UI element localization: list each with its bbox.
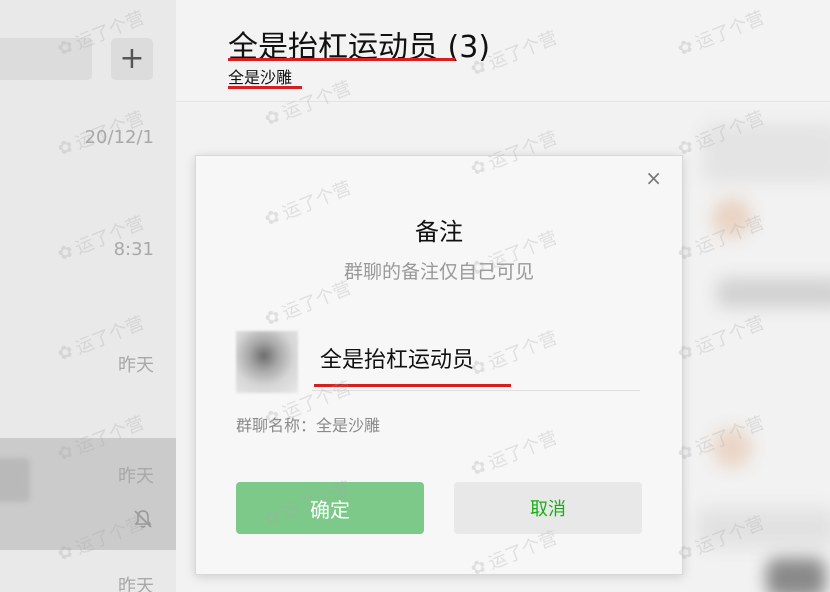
confirm-button[interactable]: 确定 [236,482,424,534]
chat-list-item[interactable]: 昨天 [0,550,176,592]
dialog-title: 备注 [415,218,463,246]
message-bubble [696,508,830,548]
message-bubble [716,278,830,308]
search-input[interactable] [0,38,92,80]
chat-list-item[interactable]: 昨天 [0,321,176,438]
group-avatar [236,331,298,393]
dialog-description: 群聊的备注仅自己可见 [343,261,534,283]
chat-header: 全是抬杠运动员 (3) 全是沙雕 [176,0,830,102]
chat-time: 昨天 [118,576,154,592]
mute-icon [132,508,154,534]
group-name-hint: 群聊名称：全是沙雕 [236,416,381,435]
chat-time: 昨天 [118,466,154,487]
cancel-button[interactable]: 取消 [454,482,642,534]
annotation-underline [228,86,302,89]
avatar [0,458,30,502]
avatar [712,428,752,468]
chat-list-item[interactable]: 20/12/1 [0,105,176,213]
chat-subtitle: 全是沙雕 [228,68,293,87]
chat-list-item-selected[interactable]: 昨天 [0,438,176,550]
annotation-underline [228,58,455,61]
chat-time: 8:31 [113,239,154,260]
message-bubble [702,123,830,183]
chat-time: 昨天 [118,355,154,376]
avatar [712,198,752,238]
plus-icon: + [119,41,145,76]
close-icon[interactable]: × [645,168,662,188]
input-divider [312,390,640,391]
annotation-underline [314,384,511,387]
chat-list-item[interactable]: 8:31 [0,213,176,321]
remark-input[interactable] [320,340,620,376]
add-button[interactable]: + [111,38,153,80]
remark-dialog: × 备注 群聊的备注仅自己可见 群聊名称：全是沙雕 确定 取消 [195,155,683,575]
chat-list-panel: + 20/12/1 8:31 昨天 昨天 昨天 [0,0,176,592]
chat-time: 20/12/1 [84,127,154,148]
message-bubble [766,558,826,592]
